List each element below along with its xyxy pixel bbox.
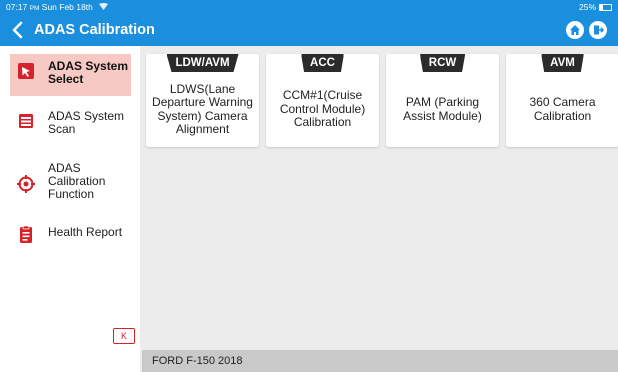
- status-bar: 07:17 PM Sun Feb 18th 25%: [0, 0, 618, 14]
- sidebar-item-label: ADAS Calibration Function: [48, 161, 106, 201]
- battery-percent: 25%: [578, 2, 596, 12]
- card-label: PAM (Parking Assist Module): [403, 95, 482, 123]
- sidebar: ADAS System Select ADAS System Scan ADAS…: [0, 46, 140, 372]
- card-label: CCM#1(Cruise Control Module) Calibration: [279, 88, 366, 130]
- card-badge: RCW: [419, 54, 466, 72]
- chevron-left-icon: [12, 21, 23, 39]
- report-icon: [20, 226, 32, 243]
- sidebar-item-label: Health Report: [48, 225, 123, 239]
- card-label: LDWS(Lane Departure Warning System) Came…: [152, 81, 253, 136]
- status-clock: 07:17: [6, 2, 28, 12]
- status-ampm: PM: [29, 5, 40, 12]
- sidebar-item-label: ADAS System Select: [48, 59, 129, 86]
- battery-indicator: 25%: [579, 0, 612, 14]
- vehicle-info-bar: FORD F-150 2018: [142, 350, 618, 372]
- card-badge: ACC: [301, 54, 344, 72]
- scan-icon: [19, 114, 33, 128]
- arrow-select-icon: [18, 63, 34, 79]
- home-button[interactable]: [566, 21, 584, 39]
- card-badge: AVM: [541, 54, 584, 72]
- target-icon: [17, 175, 35, 193]
- home-icon: [570, 25, 580, 35]
- card-avm[interactable]: AVM 360 Camera Calibration: [506, 54, 618, 147]
- card-acc[interactable]: ACC CCM#1(Cruise Control Module) Calibra…: [266, 54, 379, 147]
- sidebar-item-health-report[interactable]: Health Report: [10, 226, 131, 248]
- card-badge: LDW/AVM: [166, 54, 239, 72]
- card-ldw-avm[interactable]: LDW/AVM LDWS(Lane Departure Warning Syst…: [146, 54, 259, 147]
- title-bar: ADAS Calibration: [0, 14, 618, 46]
- collapse-sidebar-button[interactable]: K: [113, 328, 135, 344]
- back-button[interactable]: [9, 20, 27, 40]
- exit-button[interactable]: [589, 21, 607, 39]
- sidebar-item-label: ADAS System Scan: [48, 109, 125, 136]
- status-date: Sun Feb 18th: [41, 2, 93, 12]
- sidebar-item-system-scan[interactable]: ADAS System Scan: [10, 110, 131, 142]
- page-title: ADAS Calibration: [34, 22, 155, 38]
- sidebar-item-system-select[interactable]: ADAS System Select: [10, 54, 131, 96]
- wifi-icon: [99, 0, 109, 14]
- card-rcw[interactable]: RCW PAM (Parking Assist Module): [386, 54, 499, 147]
- battery-icon: [599, 3, 612, 11]
- exit-icon: [594, 25, 604, 35]
- card-label: 360 Camera Calibration: [529, 95, 596, 123]
- sidebar-item-calibration-function[interactable]: ADAS Calibration Function: [10, 162, 131, 206]
